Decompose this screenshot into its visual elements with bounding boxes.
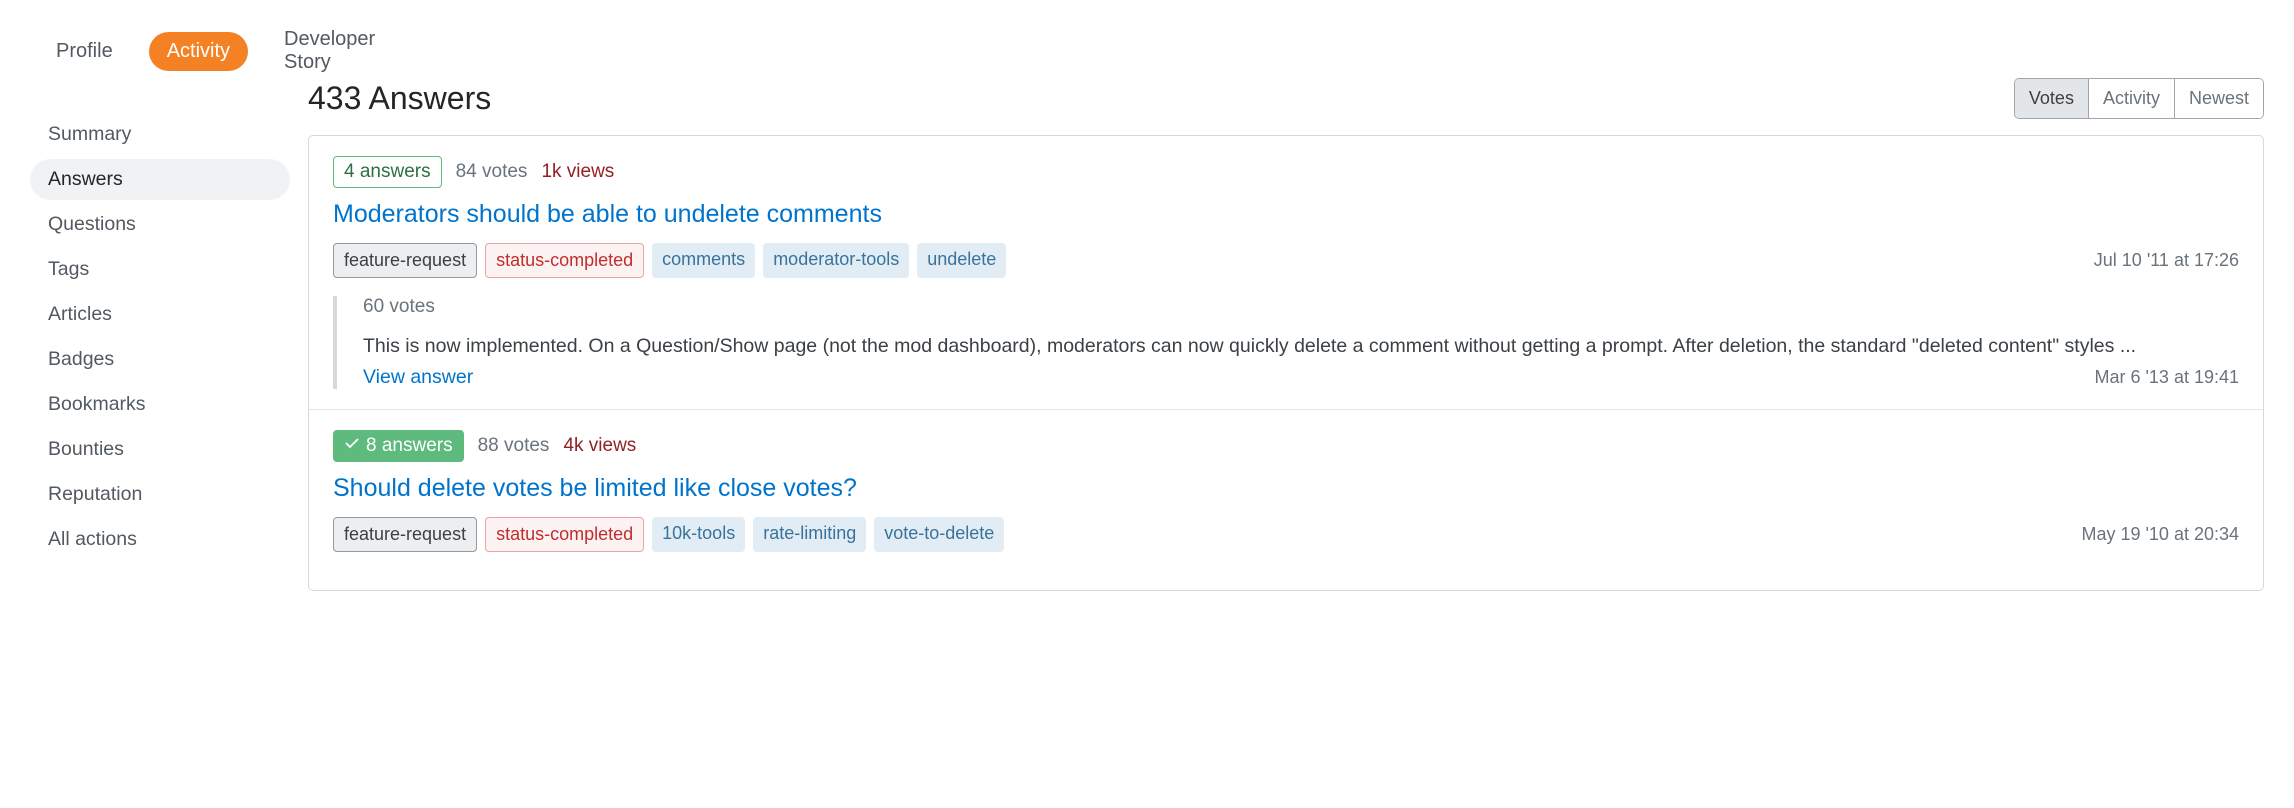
sidebar-item-questions[interactable]: Questions <box>30 204 290 245</box>
tag[interactable]: status-completed <box>485 517 644 552</box>
answer-item: 8 answers 88 votes 4k views Should delete v… <box>309 410 2263 590</box>
asked-timestamp: May 19 '10 at 20:34 <box>2081 524 2239 545</box>
tag[interactable]: feature-request <box>333 517 477 552</box>
votes-stat: 88 votes <box>478 435 550 457</box>
profile-tabs: Profile Activity Developer Story <box>30 20 290 82</box>
sidebar-item-tags[interactable]: Tags <box>30 249 290 290</box>
sort-newest[interactable]: Newest <box>2174 79 2263 118</box>
page-title: 433 Answers <box>308 80 491 117</box>
sidebar-item-bookmarks[interactable]: Bookmarks <box>30 384 290 425</box>
tab-activity[interactable]: Activity <box>149 32 248 71</box>
sort-votes[interactable]: Votes <box>2015 79 2088 118</box>
sidebar-item-articles[interactable]: Articles <box>30 294 290 335</box>
tab-profile[interactable]: Profile <box>38 32 131 71</box>
tag[interactable]: status-completed <box>485 243 644 278</box>
checkmark-icon <box>344 435 360 457</box>
sort-buttons: Votes Activity Newest <box>2014 78 2264 119</box>
excerpt-body: This is now implemented. On a Question/S… <box>363 332 2239 360</box>
answer-item: 4 answers 84 votes 1k views Moderators shou… <box>309 136 2263 410</box>
answer-list: 4 answers 84 votes 1k views Moderators shou… <box>308 135 2264 591</box>
tag[interactable]: moderator-tools <box>763 243 909 278</box>
asked-timestamp: Jul 10 '11 at 17:26 <box>2094 250 2239 271</box>
tag[interactable]: vote-to-delete <box>874 517 1004 552</box>
answered-timestamp: Mar 6 '13 at 19:41 <box>2094 367 2239 388</box>
views-stat: 1k views <box>541 161 614 183</box>
answer-count-badge: 4 answers <box>333 156 442 188</box>
sidebar-item-reputation[interactable]: Reputation <box>30 474 290 515</box>
answer-excerpt: 60 votes This is now implemented. On a Qu… <box>333 296 2239 389</box>
answer-count-badge: 8 answers <box>333 430 464 462</box>
sidebar-item-answers[interactable]: Answers <box>30 159 290 200</box>
view-answer-link[interactable]: View answer <box>363 366 473 389</box>
views-stat: 4k views <box>563 435 636 457</box>
tag[interactable]: feature-request <box>333 243 477 278</box>
sort-activity[interactable]: Activity <box>2088 79 2174 118</box>
tag[interactable]: comments <box>652 243 755 278</box>
activity-sidebar: Summary Answers Questions Tags Articles … <box>30 114 290 560</box>
tag[interactable]: rate-limiting <box>753 517 866 552</box>
sidebar-item-badges[interactable]: Badges <box>30 339 290 380</box>
tag[interactable]: 10k-tools <box>652 517 745 552</box>
question-title-link[interactable]: Should delete votes be limited like clos… <box>333 474 857 503</box>
excerpt-votes: 60 votes <box>363 296 2239 318</box>
question-title-link[interactable]: Moderators should be able to undelete co… <box>333 200 882 229</box>
sidebar-item-summary[interactable]: Summary <box>30 114 290 155</box>
sidebar-item-all-actions[interactable]: All actions <box>30 519 290 560</box>
tag[interactable]: undelete <box>917 243 1006 278</box>
sidebar-item-bounties[interactable]: Bounties <box>30 429 290 470</box>
votes-stat: 84 votes <box>456 161 528 183</box>
